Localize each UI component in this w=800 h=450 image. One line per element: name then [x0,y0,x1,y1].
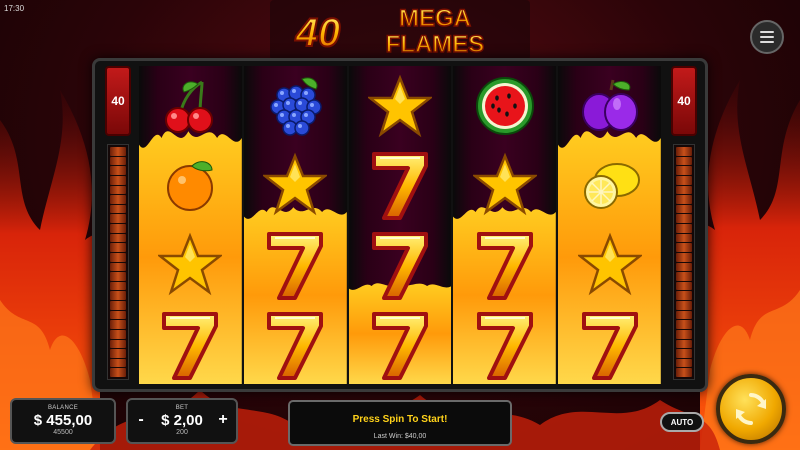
message-text: Press Spin To Start! [352,414,448,425]
game-screen: 17:30 40 MEGA FLAMES 40 40 BALANCE $ 455… [0,0,800,450]
balance-credits: 45500 [53,429,73,436]
cherries-icon [139,66,242,146]
spin-arrows-icon [736,393,766,425]
seven-icon [453,224,556,304]
status-clock: 17:30 [4,4,25,13]
auto-spin-button[interactable]: AUTO [660,412,704,432]
bet-decrease-button[interactable]: - [134,411,148,429]
balance-panel: BALANCE $ 455,00 45500 [10,398,116,444]
right-lines-count: 40 [671,66,697,136]
reels-area [139,66,661,384]
orange-icon [139,144,242,224]
seven-icon [349,304,452,384]
balance-label: BALANCE [47,405,79,411]
hamburger-menu-icon[interactable] [750,20,784,54]
star-icon [349,66,452,146]
seven-icon [244,224,347,304]
star-icon [244,144,347,224]
seven-icon [558,304,661,384]
reel-4 [453,66,557,384]
bet-panel: BET - $ 2,00 + 200 [126,398,238,444]
seven-icon [349,224,452,304]
logo-line1: MEGA [399,5,471,32]
last-win-text: Last Win: $40,00 [373,433,427,440]
reel-3 [348,66,452,384]
spin-button[interactable] [716,374,786,444]
star-icon [453,144,556,224]
left-lines-count: 40 [105,66,131,136]
star-icon [139,224,242,304]
seven-icon [453,304,556,384]
logo-line2: FLAMES [386,31,485,58]
balance-value: $ 455,00 [33,412,93,429]
reel-1 [139,66,242,384]
grapes-icon [244,66,347,146]
right-paylines-panel: 40 [667,66,701,384]
logo-number: 40 [295,11,341,55]
reel-5 [558,66,661,384]
bet-credits: 200 [176,429,188,436]
reel-2 [243,66,347,384]
seven-icon [139,304,242,384]
seven-icon [244,304,347,384]
bet-value: $ 2,00 [161,412,203,429]
right-meter [673,144,695,380]
plum-icon [558,66,661,146]
lemon-icon [558,144,661,224]
seven-icon [349,144,452,224]
message-panel: Press Spin To Start! Last Win: $40,00 [288,400,512,446]
left-meter [107,144,129,380]
game-logo: 40 MEGA FLAMES [270,0,530,60]
star-icon [558,224,661,304]
watermelon-icon [453,66,556,146]
left-paylines-panel: 40 [101,66,135,384]
bet-increase-button[interactable]: + [216,411,230,429]
